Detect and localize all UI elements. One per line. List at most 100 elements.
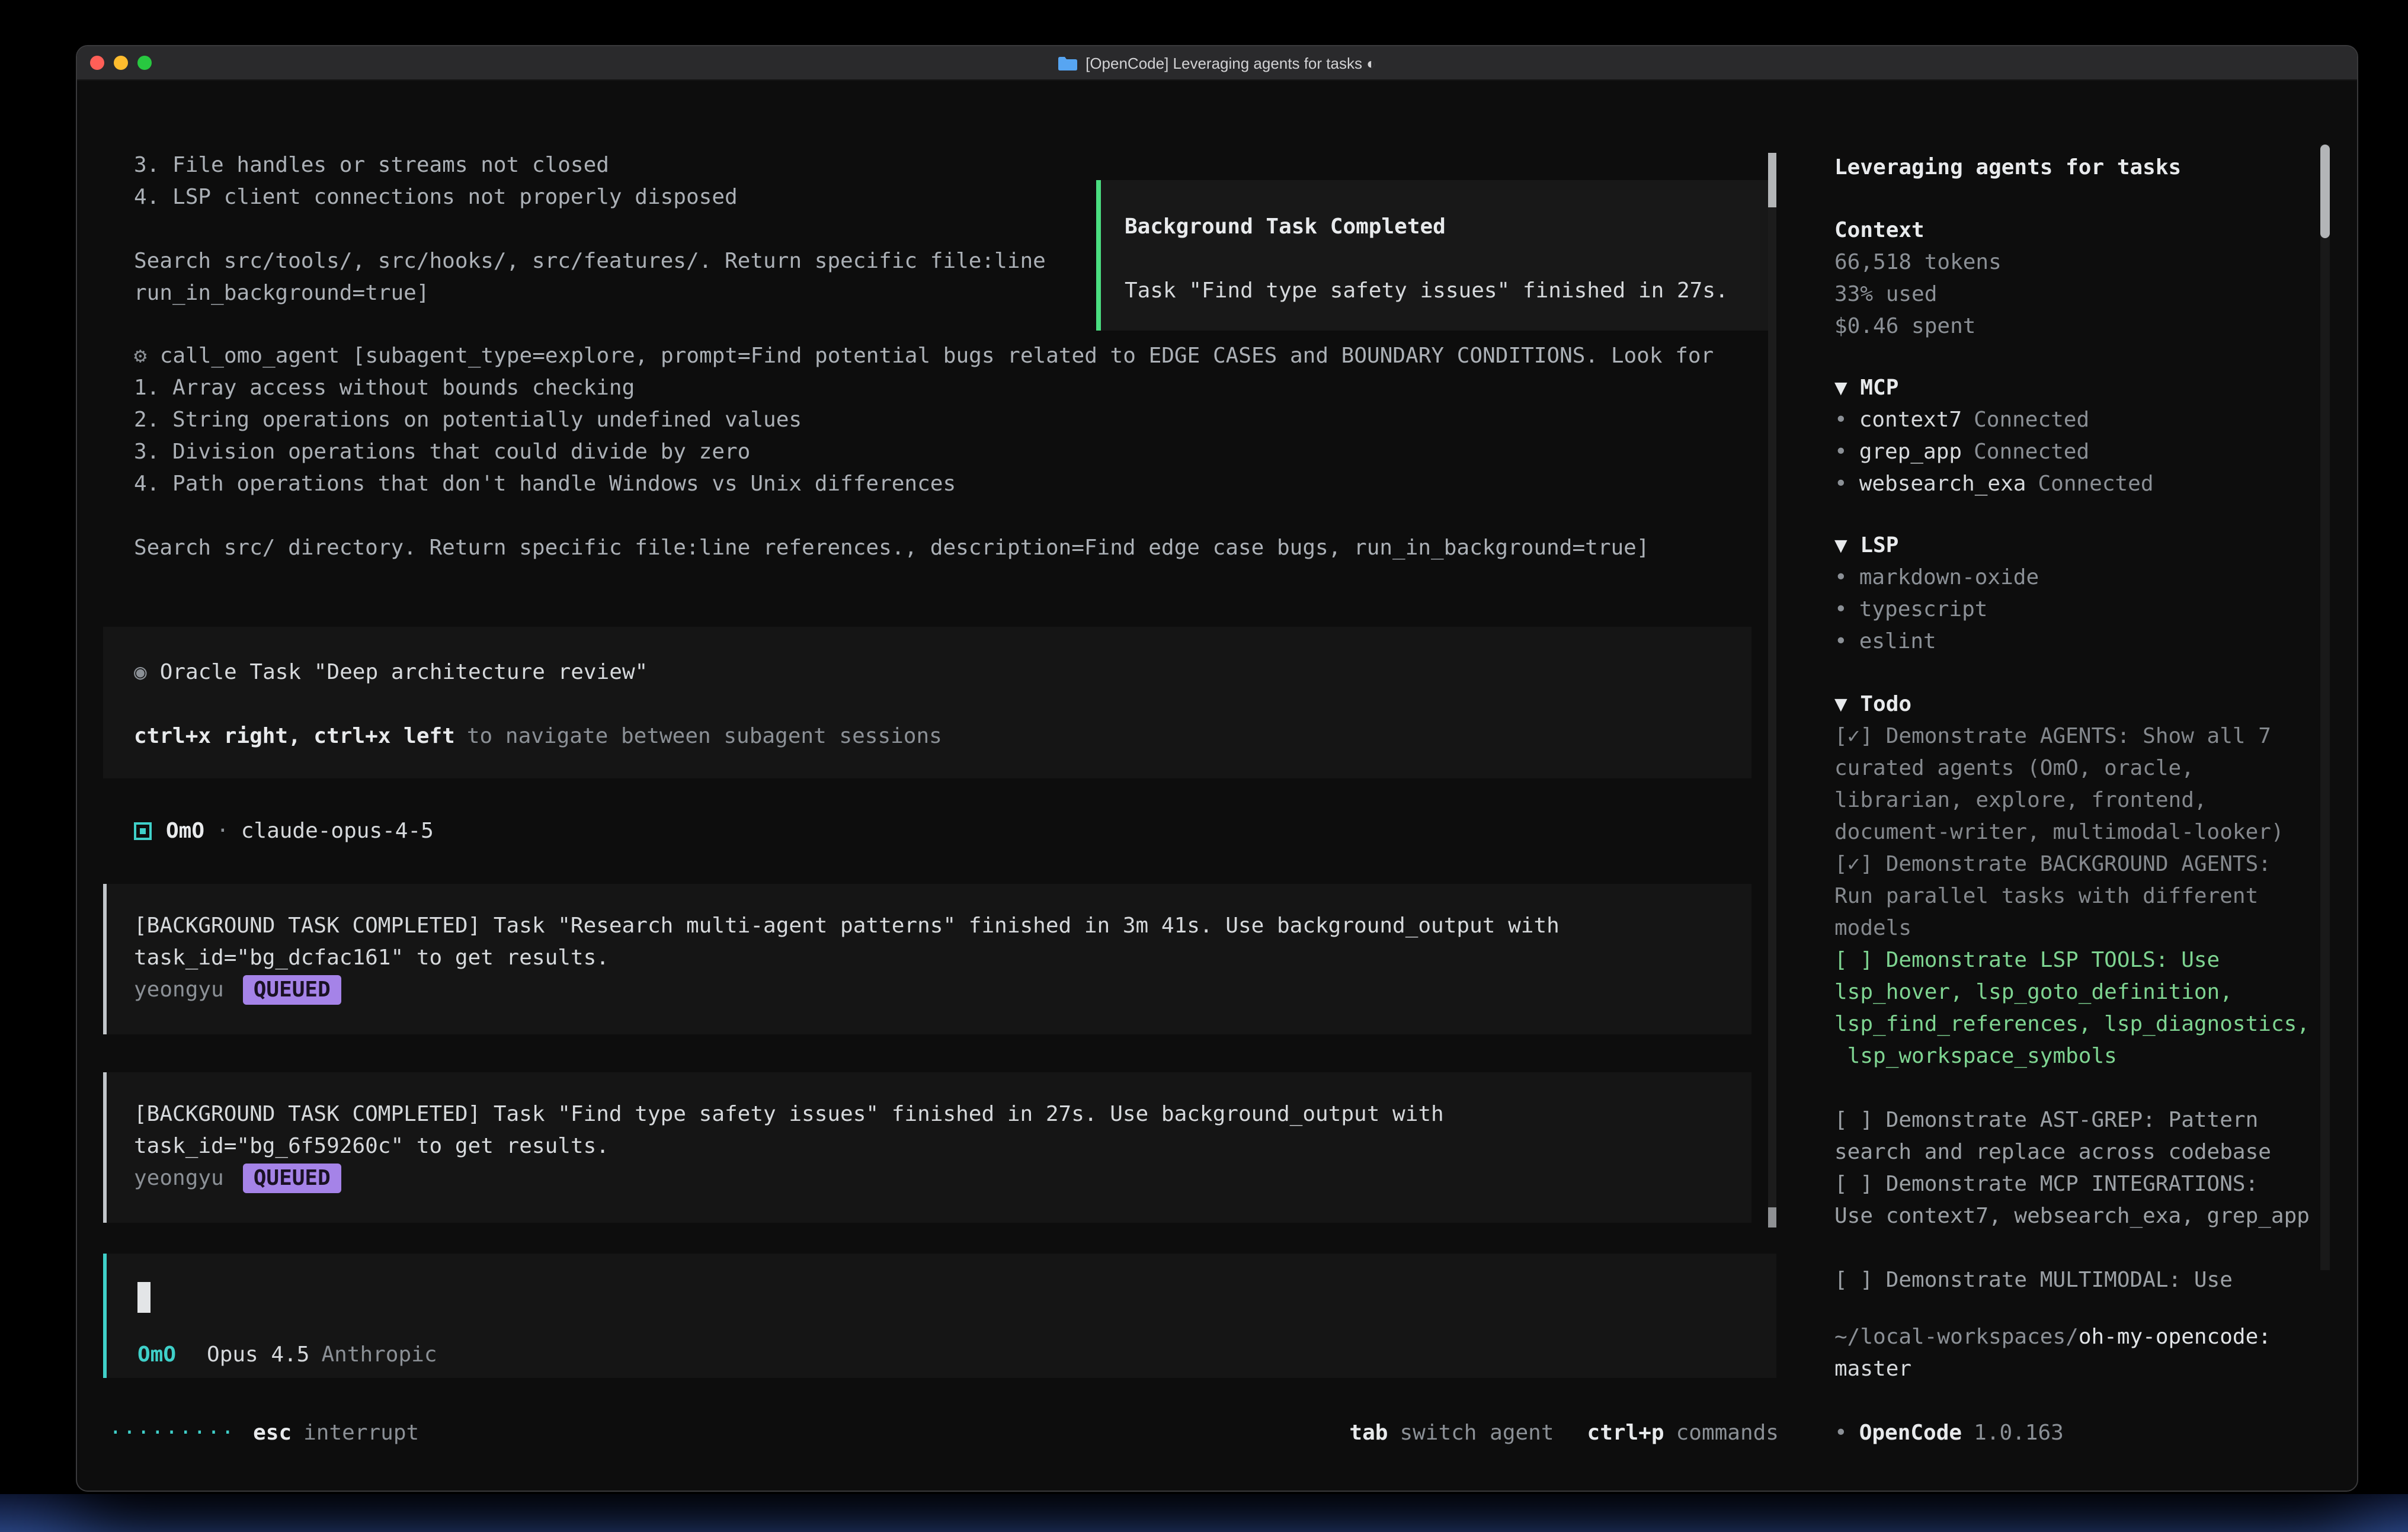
sidebar-scrollbar-thumb[interactable] [2320, 145, 2330, 238]
todo-line: librarian, explore, frontend, [1834, 784, 2332, 816]
fisheye-icon: ◉ [134, 656, 147, 688]
lsp-section: ▼ LSP •markdown-oxide •typescript •eslin… [1834, 530, 2039, 658]
agent-session-header: OmO · claude-opus-4-5 [134, 815, 434, 847]
main-terminal-area: 3. File handles or streams not closed 4.… [77, 82, 1810, 1491]
message-line: task_id="bg_dcfac161" to get results. [134, 942, 1751, 974]
separator-dot: · [216, 815, 229, 847]
agent-name: OmO [166, 815, 204, 847]
message-line: [BACKGROUND TASK COMPLETED] Task "Resear… [134, 910, 1751, 942]
input-model-name: Opus 4.5 [207, 1339, 309, 1371]
workspace-section: ~/local-workspaces/oh-my-opencode: maste… [1834, 1321, 2271, 1385]
mcp-heading: ▼ MCP [1834, 372, 2154, 404]
session-title: Leveraging agents for tasks [1834, 152, 2181, 184]
todo-section: ▼ Todo [✓] Demonstrate AGENTS: Show all … [1834, 688, 2332, 1296]
text-cursor [137, 1282, 150, 1313]
spinner-dots: ········· [109, 1417, 235, 1449]
hint-text: to navigate between subagent sessions [467, 720, 942, 752]
log-block-2: Search src/tools/, src/hooks/, src/featu… [134, 245, 1046, 309]
terminal-line: 3. File handles or streams not closed [134, 149, 738, 181]
todo-line: [ ] Demonstrate LSP TOOLS: Use [1834, 944, 2332, 976]
hint-keys: ctrl+x right, ctrl+x left [134, 720, 455, 752]
mcp-status: Connected [1974, 404, 2089, 436]
screen: [OpenCode] Leveraging agents for tasks ◐… [0, 0, 2408, 1532]
tool-call-line: 4. Path operations that don't handle Win… [134, 468, 1714, 500]
mcp-name: grep_app [1859, 436, 1962, 468]
app-version: 1.0.163 [1974, 1417, 2064, 1449]
background-task-toast: Background Task Completed Task "Find typ… [1096, 180, 1776, 331]
mcp-section: ▼ MCP • context7 Connected • grep_app Connec… [1834, 372, 2154, 500]
terminal-line: Search src/tools/, src/hooks/, src/featu… [134, 245, 1046, 277]
tool-call-block: ⚙call_omo_agent [subagent_type=explore, … [134, 340, 1714, 564]
tab-key-hint: tab [1349, 1417, 1388, 1449]
titlebar[interactable]: [OpenCode] Leveraging agents for tasks ◐ [77, 46, 2357, 81]
tool-call-line: 3. Division operations that could divide… [134, 436, 1714, 468]
todo-line: search and replace across codebase [1834, 1136, 2332, 1168]
desktop-wallpaper-strip [0, 1494, 2408, 1532]
main-scrollbar-thumb-bottom[interactable] [1768, 1207, 1776, 1227]
bullet-icon: • [1834, 436, 1847, 468]
app-version-footer: • OpenCode 1.0.163 [1834, 1417, 2064, 1449]
message-line: task_id="bg_6f59260c" to get results. [134, 1130, 1751, 1162]
todo-line: document-writer, multimodal-looker) [1834, 816, 2332, 848]
tab-key-label: switch agent [1400, 1417, 1554, 1449]
opencode-window: [OpenCode] Leveraging agents for tasks ◐… [76, 45, 2358, 1492]
todo-item: [ ] Demonstrate MULTIMODAL: Use [1834, 1264, 2332, 1296]
terminal-line: run_in_background=true] [134, 277, 1046, 309]
lsp-name: markdown-oxide [1859, 562, 2039, 594]
zoom-window-button[interactable] [137, 56, 152, 70]
bullet-icon: • [1834, 1417, 1847, 1449]
esc-key-hint: esc [253, 1417, 292, 1449]
message-block: [BACKGROUND TASK COMPLETED] Task "Find t… [103, 1072, 1751, 1223]
bullet-icon: • [1834, 626, 1847, 658]
todo-line: lsp_find_references, lsp_diagnostics, [1834, 1008, 2332, 1040]
traffic-lights [77, 56, 152, 70]
prompt-input[interactable]: OmO Opus 4.5 Anthropic [103, 1254, 1776, 1378]
input-agent-name: OmO [137, 1339, 176, 1371]
todo-item: [ ] Demonstrate AST-GREP: Pattern search… [1834, 1104, 2332, 1168]
status-badge: QUEUED [243, 1164, 341, 1193]
todo-line: models [1834, 912, 2332, 944]
workspace-repo: oh-my-opencode: [2079, 1321, 2271, 1353]
todo-line: lsp_hover, lsp_goto_definition, [1834, 976, 2332, 1008]
bullet-icon: • [1834, 404, 1847, 436]
message-line: [BACKGROUND TASK COMPLETED] Task "Find t… [134, 1098, 1751, 1130]
todo-item-active: [ ] Demonstrate LSP TOOLS: Use lsp_hover… [1834, 944, 2332, 1072]
oracle-task-title: Oracle Task "Deep architecture review" [160, 656, 648, 688]
toast-title: Background Task Completed [1125, 211, 1774, 243]
window-title-wrap: [OpenCode] Leveraging agents for tasks ◐ [77, 54, 2357, 72]
context-used: 33% used [1834, 278, 2002, 310]
mcp-status: Connected [1974, 436, 2089, 468]
message-block: [BACKGROUND TASK COMPLETED] Task "Resear… [103, 884, 1751, 1034]
gear-icon: ⚙ [134, 340, 147, 372]
todo-line: [✓] Demonstrate AGENTS: Show all 7 [1834, 720, 2332, 752]
app-name: OpenCode [1859, 1417, 1962, 1449]
toast-body: Task "Find type safety issues" finished … [1125, 275, 1774, 307]
status-bar: ········· esc interrupt tab switch agent… [77, 1417, 1810, 1449]
log-block-1: 3. File handles or streams not closed 4.… [134, 149, 738, 213]
tool-call-line: 2. String operations on potentially unde… [134, 404, 1714, 436]
agent-model: claude-opus-4-5 [241, 815, 434, 847]
todo-line: [✓] Demonstrate BACKGROUND AGENTS: [1834, 848, 2332, 880]
mcp-name: context7 [1859, 404, 1962, 436]
message-author: yeongyu [134, 1162, 224, 1194]
main-scrollbar-track[interactable] [1768, 153, 1776, 1227]
tool-call-line: 1. Array access without bounds checking [134, 372, 1714, 404]
input-provider-name: Anthropic [321, 1339, 437, 1371]
main-scrollbar-thumb[interactable] [1768, 153, 1776, 207]
lsp-name: eslint [1859, 626, 1936, 658]
agent-icon [134, 822, 152, 840]
minimize-window-button[interactable] [114, 56, 128, 70]
todo-item: [ ] Demonstrate MCP INTEGRATIONS: Use co… [1834, 1168, 2332, 1232]
close-window-button[interactable] [90, 56, 104, 70]
ctrlp-key-label: commands [1676, 1417, 1779, 1449]
bullet-icon: • [1834, 594, 1847, 626]
terminal-line: 4. LSP client connections not properly d… [134, 181, 738, 213]
context-spent: $0.46 spent [1834, 310, 2002, 342]
workspace-branch: master [1834, 1353, 2271, 1385]
bullet-icon: • [1834, 562, 1847, 594]
todo-line: [ ] Demonstrate MULTIMODAL: Use [1834, 1264, 2332, 1296]
sidebar-scrollbar-track[interactable] [2320, 145, 2330, 1270]
workspace-path-prefix: ~/local-workspaces/ [1834, 1321, 2079, 1353]
sidebar: Leveraging agents for tasks Context 66,5… [1810, 82, 2358, 1491]
todo-line: curated agents (OmO, oracle, [1834, 752, 2332, 784]
